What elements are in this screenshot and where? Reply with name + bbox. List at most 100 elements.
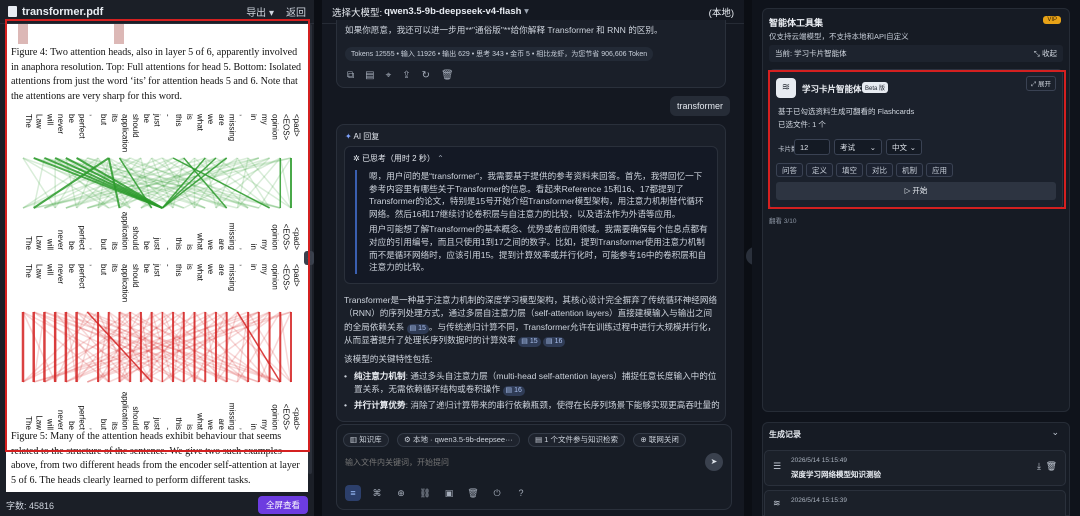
files-pill[interactable]: ▤ 1 个文件参与知识检索 xyxy=(528,432,626,447)
thinking-paragraph-2: 用户可能想了解Transformer的基本概念、优势或者应用领域。我需要确保每个… xyxy=(369,224,708,273)
pin-icon[interactable]: ⌖ xyxy=(386,70,392,81)
current-agent-label: 当前: 学习卡片智能体 xyxy=(775,49,847,58)
model-name: qwen3.5-9b-deepseek-v4-flash xyxy=(384,6,522,17)
ai-reply-label: AI 回复 xyxy=(353,132,380,141)
answer-paragraph-1: Transformer是一种基于注意力机制的深度学习模型架构，其核心设计完全摒弃… xyxy=(344,294,720,348)
records-title: 生成记录 xyxy=(769,430,801,439)
model-select-prefix: 选择大模型: xyxy=(332,7,383,19)
list-icon: ☰ xyxy=(773,461,782,471)
pdf-file-title: transformer.pdf xyxy=(22,5,104,18)
record-item[interactable]: ☰ 2026/5/14 15:15:49 深度学习网络模型知识测验 ⤓ 🗑 xyxy=(764,450,1066,486)
copy-icon[interactable]: ⧉ xyxy=(347,70,354,81)
model-select[interactable]: qwen3.5-9b-deepseek-v4-flash ▾ xyxy=(384,6,529,17)
globe-icon: ⊕ xyxy=(640,435,647,444)
vip-badge: VIP xyxy=(1043,16,1061,24)
intro-line: 如果你愿意，我还可以进一步用**"通俗版"**给你解释 Transformer … xyxy=(345,25,663,35)
back-button[interactable]: 返回 xyxy=(286,4,306,19)
fullscreen-button[interactable]: 全屏查看 xyxy=(257,496,308,514)
toolbox-title: 智能体工具集 xyxy=(769,18,824,28)
citation-16[interactable]: ▤ 16 xyxy=(543,337,566,348)
local-label: (本地) xyxy=(708,7,734,19)
citation-16[interactable]: ▤ 16 xyxy=(502,386,525,397)
database-icon: ▥ xyxy=(350,435,358,444)
ai-answer-body: Transformer是一种基于注意力机制的深度学习模型架构，其核心设计完全摒弃… xyxy=(344,294,720,412)
network-pill[interactable]: ⊕ 联网关闭 xyxy=(633,432,686,447)
previous-ai-message: 如果你愿意，我还可以进一步用**"通俗版"**给你解释 Transformer … xyxy=(336,20,726,88)
send-button[interactable]: ➤ xyxy=(705,453,723,471)
database-tool-icon[interactable]: ≡ xyxy=(345,485,361,501)
delete-icon[interactable]: 🗑 xyxy=(441,70,454,81)
model-pill[interactable]: ⚙ 本地 · qwen3.5-9b-deepsee··· xyxy=(397,432,520,447)
composer-pills: ▥ 知识库 ⚙ 本地 · qwen3.5-9b-deepsee··· ▤ 1 个… xyxy=(337,425,731,451)
link-icon[interactable]: ⛓ xyxy=(417,485,433,501)
user-message: transformer xyxy=(670,96,731,116)
help-icon[interactable]: ? xyxy=(513,485,529,501)
chevron-down-icon: ▾ xyxy=(524,6,529,17)
message-actions: ⧉ ▤ ⌖ ⇪ ↻ 🗑 xyxy=(337,61,725,87)
record-time: 2026/5/14 15:15:39 xyxy=(791,497,848,504)
refresh-icon[interactable]: ↻ xyxy=(422,70,430,81)
share-icon[interactable]: ⇪ xyxy=(402,70,410,81)
command-icon[interactable]: ⌘ xyxy=(369,485,385,501)
thinking-header[interactable]: ✲ 已思考（用时 2 秒） ⌃ xyxy=(345,147,717,170)
chevron-down-icon[interactable]: ⌄ xyxy=(1051,427,1059,438)
download-icon[interactable]: ⤓ xyxy=(1037,461,1041,472)
export-button[interactable]: 导出 ▾ xyxy=(246,4,274,19)
composer-toolbar: ≡ ⌘ ⊕ ⛓ ▣ 🗑 ⏻ ? xyxy=(345,485,529,501)
citation-15[interactable]: ▤ 15 xyxy=(406,323,429,334)
network-pill-label: 联网关闭 xyxy=(648,435,679,444)
pdf-viewer-panel: transformer.pdf 导出 ▾ 返回 Figure 4: Two at… xyxy=(0,0,314,516)
collapse-button[interactable]: ⤡ 收起 xyxy=(1034,45,1057,62)
feature2-text: : 消除了递归计算带来的串行依赖瓶颈，使得在长序列场景下能够实现更高吞吐量的训练 xyxy=(405,400,720,411)
ai-sparkle-icon: ✦ xyxy=(345,132,352,141)
globe-icon[interactable]: ⊕ xyxy=(393,485,409,501)
trash-icon[interactable]: 🗑 xyxy=(1046,461,1057,472)
export-label: 导出 xyxy=(246,8,267,19)
composer: ▥ 知识库 ⚙ 本地 · qwen3.5-9b-deepsee··· ▤ 1 个… xyxy=(336,424,732,510)
thinking-label: 已思考（用时 2 秒） xyxy=(361,154,435,163)
file-icon: ▤ xyxy=(535,435,543,444)
files-pill-label: 1 个文件参与知识检索 xyxy=(544,435,619,444)
feature-item: • 并行计算优势: 消除了递归计算带来的串行依赖瓶颈，使得在长序列场景下能够实现… xyxy=(344,399,720,412)
pdf-file-icon xyxy=(8,6,17,17)
record-time: 2026/5/14 15:15:49 xyxy=(791,457,848,464)
power-icon[interactable]: ⏻ xyxy=(489,485,505,501)
features-heading: 该模型的关键特性包括: xyxy=(344,353,433,364)
layers-icon: ≋ xyxy=(773,498,781,508)
feature-item: • 纯注意力机制: 通过多头自注意力层（multi-head self-atte… xyxy=(344,370,717,397)
knowledge-base-label: 知识库 xyxy=(359,435,382,444)
record-title: 深度学习网络模型知识测验 xyxy=(791,470,881,479)
citation-15[interactable]: ▤ 15 xyxy=(518,337,541,348)
agent-toolbox-card: 智能体工具集 VIP 仅支持云端模型，不支持本地和API自定义 当前: 学习卡片… xyxy=(762,8,1070,412)
thinking-paragraph-1: 嗯，用户问的是“transformer”，我需要基于提供的参考资料来回答。首先，… xyxy=(369,171,704,219)
current-agent-bar: 当前: 学习卡片智能体 ⤡ 收起 xyxy=(769,45,1063,62)
trash-icon[interactable]: 🗑 xyxy=(465,485,481,501)
highlight-box-agent xyxy=(768,70,1066,209)
thinking-block[interactable]: ✲ 已思考（用时 2 秒） ⌃ 嗯，用户问的是“transformer”，我需要… xyxy=(344,146,718,284)
document-icon[interactable]: ▤ xyxy=(365,70,374,81)
tail-text: 翻看 3/10 xyxy=(769,218,797,225)
question-input[interactable] xyxy=(345,453,685,471)
chat-panel: 选择大模型: qwen3.5-9b-deepseek-v4-flash ▾ (本… xyxy=(322,0,744,516)
feature2-title: 并行计算优势 xyxy=(354,400,406,411)
model-pill-label: 本地 · qwen3.5-9b-deepsee··· xyxy=(412,435,513,444)
knowledge-base-pill[interactable]: ▥ 知识库 xyxy=(343,432,389,447)
feature1-text: : 通过多头自注意力层（multi-head self-attention la… xyxy=(354,370,717,395)
toolbox-subtitle: 仅支持云端模型，不支持本地和API自定义 xyxy=(769,32,909,41)
feature1-title: 纯注意力机制 xyxy=(354,370,406,381)
word-count: 字数: 45816 xyxy=(6,500,55,511)
token-stats: Tokens 12555 • 输入 11926 • 输出 629 • 思考 34… xyxy=(345,47,654,61)
record-item[interactable]: ≋ 2026/5/14 15:15:39 xyxy=(764,490,1066,516)
highlight-box-pdf xyxy=(5,19,310,452)
agent-toolbox-panel: 智能体工具集 VIP 仅支持云端模型，不支持本地和API自定义 当前: 学习卡片… xyxy=(752,0,1080,516)
ai-reply-header: ✦ AI 回复 xyxy=(337,125,725,148)
citation-15-number: 15 xyxy=(418,324,426,332)
settings-icon: ⚙ xyxy=(404,435,411,444)
chevron-down-icon: ▾ xyxy=(268,8,274,19)
image-icon[interactable]: ▣ xyxy=(441,485,457,501)
chevron-up-icon: ⌃ xyxy=(437,154,444,163)
thinking-icon: ✲ xyxy=(353,154,360,163)
citation-16-number: 16 xyxy=(514,387,522,395)
thinking-body: 嗯，用户问的是“transformer”，我需要基于提供的参考资料来回答。首先，… xyxy=(355,170,717,274)
citation-15-number: 15 xyxy=(529,338,538,346)
